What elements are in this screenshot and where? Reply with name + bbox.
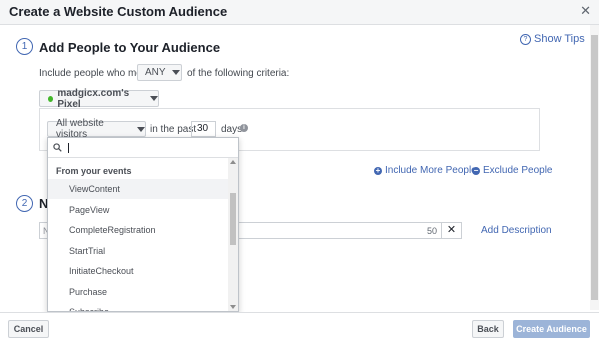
help-icon: ?	[520, 33, 531, 45]
step-1-number: 1	[16, 38, 33, 55]
chevron-down-icon	[150, 96, 158, 101]
event-group-label: From your events	[56, 166, 132, 176]
match-type-dropdown[interactable]: ANY	[137, 64, 182, 81]
include-more-people-link[interactable]: + Include More People	[374, 165, 477, 176]
days-label: days	[221, 124, 243, 135]
pixel-dropdown[interactable]: madgicx.com's Pixel	[39, 87, 159, 110]
dialog-title: Create a Website Custom Audience	[9, 4, 228, 19]
info-icon[interactable]: i	[240, 124, 248, 132]
criteria-prefix: Include people who meet	[39, 68, 151, 79]
clear-icon[interactable]: ✕	[441, 223, 461, 238]
days-input[interactable]: 30	[191, 121, 216, 137]
event-option[interactable]: ViewContent	[48, 179, 228, 199]
chevron-down-icon	[137, 126, 145, 132]
chevron-down-icon	[171, 70, 180, 75]
event-option[interactable]: PageView	[48, 200, 228, 220]
visitors-dropdown[interactable]: All website visitors	[47, 118, 146, 140]
scroll-down-icon[interactable]	[230, 305, 236, 309]
char-count: 50	[426, 226, 437, 236]
search-icon	[53, 143, 62, 152]
close-icon[interactable]: ✕	[580, 3, 591, 19]
show-tips-link[interactable]: ? Show Tips	[520, 33, 585, 45]
dialog-footer	[0, 312, 599, 344]
step-2-number: 2	[16, 195, 33, 212]
show-tips-label: Show Tips	[534, 33, 585, 45]
pixel-status-icon	[48, 95, 54, 102]
event-option[interactable]: InitiateCheckout	[48, 261, 228, 281]
criteria-suffix: of the following criteria:	[187, 68, 290, 79]
event-option[interactable]: StartTrial	[48, 241, 228, 261]
dialog-header: Create a Website Custom Audience ✕	[0, 0, 599, 25]
plus-circle-icon: +	[374, 165, 382, 175]
exclude-label: Exclude People	[483, 165, 553, 176]
back-button[interactable]: Back	[472, 320, 504, 338]
event-dropdown-menu: From your events ViewContent PageView Co…	[47, 137, 239, 312]
minus-circle-icon: −	[472, 165, 480, 175]
scroll-up-icon[interactable]	[230, 160, 236, 164]
event-search-input[interactable]	[48, 138, 238, 158]
pixel-label: madgicx.com's Pixel	[57, 87, 130, 110]
dialog-scrollbar[interactable]	[590, 25, 599, 310]
event-option[interactable]: Purchase	[48, 282, 228, 302]
include-more-label: Include More People	[385, 165, 477, 176]
dropdown-scrollbar[interactable]	[228, 158, 238, 311]
step-1-title: Add People to Your Audience	[39, 40, 221, 55]
in-the-past-label: in the past	[150, 124, 197, 135]
cancel-button[interactable]: Cancel	[8, 320, 49, 338]
match-type-value: ANY	[145, 67, 166, 78]
scrollbar-thumb[interactable]	[230, 193, 236, 245]
event-option[interactable]: CompleteRegistration	[48, 220, 228, 240]
exclude-people-link[interactable]: − Exclude People	[472, 165, 553, 176]
create-audience-button[interactable]: Create Audience	[513, 320, 590, 338]
scrollbar-thumb[interactable]	[591, 35, 598, 300]
event-option[interactable]: Subscribe	[48, 302, 228, 311]
add-description-link[interactable]: Add Description	[481, 225, 552, 236]
text-cursor	[68, 143, 69, 153]
